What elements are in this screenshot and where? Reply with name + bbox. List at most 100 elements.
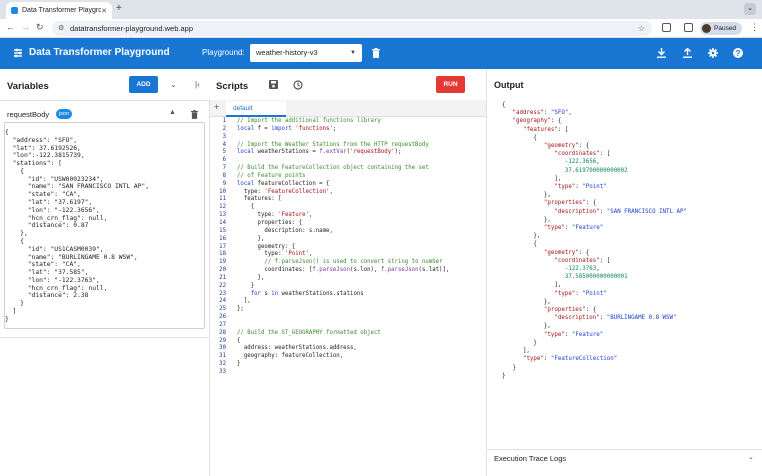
- browser-tab-strip: Data Transformer Playground ✕ + ⌄: [0, 0, 762, 19]
- side-panel-icon[interactable]: [684, 23, 693, 32]
- app-favicon-icon: [11, 7, 18, 14]
- add-variable-button[interactable]: ADD: [129, 76, 158, 93]
- output-json-line: },: [502, 233, 541, 240]
- panel-divider[interactable]: [209, 100, 210, 476]
- variable-json-line: }: [5, 300, 24, 308]
- delete-variable-icon[interactable]: [191, 110, 198, 119]
- output-json-line: {: [502, 241, 537, 248]
- variable-json-line: "lat": "37.6197",: [5, 199, 93, 207]
- output-json-line: "type": "Point": [554, 184, 607, 191]
- output-json-line: "properties": {: [543, 200, 597, 207]
- output-json-line: }: [502, 364, 516, 371]
- playground-selected-value: weather-history-v3: [256, 48, 318, 57]
- variable-json-line: },: [5, 230, 28, 238]
- variable-json-line: ]: [5, 307, 17, 315]
- address-bar[interactable]: ⚙ datatransformer-playground.web.app ☆: [52, 21, 652, 36]
- variable-json-line: "hcn_crn_flag": null,: [5, 284, 108, 292]
- line-number: 31: [219, 353, 226, 360]
- code-line: local weatherStations = f.extVar('reques…: [237, 149, 402, 156]
- tab-search-icon[interactable]: ⌄: [744, 3, 756, 15]
- browser-toolbar: ← → ↻ ⚙ datatransformer-playground.web.a…: [0, 19, 762, 38]
- help-icon[interactable]: ?: [733, 48, 743, 58]
- code-line: features: [: [237, 196, 282, 203]
- output-json: { "address": "SFO", "geography": { "feat…: [502, 101, 687, 380]
- upload-icon[interactable]: [683, 48, 692, 58]
- output-json-line: ],: [502, 282, 562, 289]
- chevron-up-icon[interactable]: ▲: [169, 109, 176, 116]
- output-json-line: }: [502, 372, 506, 379]
- output-json-line: "properties": {: [543, 307, 597, 314]
- add-script-tab-icon[interactable]: +: [214, 102, 219, 112]
- tab-default[interactable]: default: [226, 101, 286, 117]
- output-json-line: "geometry": {: [543, 143, 590, 150]
- variable-json-line: {: [5, 167, 24, 175]
- output-json-line: "coordinates": [: [554, 151, 611, 158]
- code-line: };: [237, 306, 244, 313]
- settings-gear-icon[interactable]: [708, 48, 718, 58]
- extensions-icon[interactable]: [662, 23, 671, 32]
- output-json-line: "type": "Point": [554, 290, 607, 297]
- line-number: 24: [219, 298, 226, 305]
- close-tab-icon[interactable]: ✕: [101, 7, 107, 15]
- back-icon[interactable]: ←: [6, 22, 15, 32]
- line-number: 33: [219, 369, 226, 375]
- output-json-line: "type": "Feature": [543, 225, 604, 232]
- variable-json-line: "address": "SFO",: [5, 136, 78, 144]
- avatar: [702, 24, 711, 33]
- code-editor[interactable]: // Import the additional functions libra…: [237, 118, 449, 377]
- panel-divider[interactable]: [486, 69, 487, 476]
- profile-chip[interactable]: Paused: [700, 22, 742, 35]
- browser-tab[interactable]: Data Transformer Playground ✕: [6, 2, 112, 19]
- download-icon[interactable]: [657, 48, 666, 58]
- app-logo-icon: [14, 48, 22, 58]
- line-number: 19: [219, 259, 226, 266]
- code-line: geometry: {: [237, 243, 296, 250]
- save-icon[interactable]: [269, 80, 278, 89]
- playground-select[interactable]: weather-history-v3 ▼: [250, 44, 362, 62]
- chevron-down-icon[interactable]: ⌄: [748, 453, 754, 461]
- execution-trace-logs-toggle[interactable]: Execution Trace Logs: [494, 454, 566, 463]
- line-number: 5: [222, 149, 226, 156]
- output-json-line: "coordinates": [: [554, 257, 611, 264]
- variable-json-content[interactable]: { "address": "SFO", "lat": 37.6192526, "…: [5, 129, 149, 324]
- reload-icon[interactable]: ↻: [36, 22, 44, 33]
- code-line: // Import the additional functions libra…: [237, 118, 381, 124]
- line-number: 4: [222, 141, 226, 148]
- output-json-line: ],: [502, 175, 562, 182]
- app-title: Data Transformer Playground: [29, 47, 170, 58]
- browser-menu-icon[interactable]: ⋮: [750, 22, 759, 33]
- collapse-panel-icon[interactable]: |‹: [195, 80, 200, 89]
- code-line: type: 'FeatureCollection',: [237, 188, 333, 195]
- variable-json-line: "lon":-122.3815739,: [5, 152, 85, 160]
- line-number: 21: [219, 274, 226, 281]
- variable-json-line: "lon": "-122.3763",: [5, 276, 100, 284]
- output-json-line: "type": "Feature": [543, 331, 604, 338]
- variable-json-line: "hcn_crn_flag": null,: [5, 214, 108, 222]
- line-number: 14: [219, 219, 226, 226]
- delete-playground-icon[interactable]: [372, 48, 380, 58]
- output-json-line: {: [502, 102, 506, 108]
- line-number: 23: [219, 290, 226, 297]
- chevron-down-icon: ▼: [350, 50, 356, 56]
- code-line: for s in weatherStations.stations: [250, 290, 364, 297]
- variable-name[interactable]: requestBody: [7, 110, 49, 119]
- output-json-line: },: [502, 192, 551, 199]
- variable-json-line: "distance": 2.38: [5, 292, 89, 300]
- new-tab-icon[interactable]: +: [116, 3, 122, 14]
- history-icon[interactable]: [293, 80, 303, 90]
- line-number: 16: [219, 235, 226, 242]
- forward-icon[interactable]: →: [21, 22, 30, 32]
- output-json-line: "description": "SAN FRANCISCO INTL AP": [554, 208, 687, 215]
- line-number: 25: [219, 306, 226, 313]
- bookmark-star-icon[interactable]: ☆: [638, 21, 645, 36]
- code-line: properties: {: [237, 219, 303, 226]
- collapse-all-icon[interactable]: ⌄: [170, 80, 177, 89]
- variable-json-line: }: [5, 315, 9, 323]
- line-number: 22: [219, 282, 226, 289]
- output-json-line: 37.585000000000001: [564, 274, 628, 281]
- code-line: }: [237, 282, 255, 289]
- run-button[interactable]: RUN: [436, 76, 465, 93]
- site-info-icon[interactable]: ⚙: [58, 21, 64, 36]
